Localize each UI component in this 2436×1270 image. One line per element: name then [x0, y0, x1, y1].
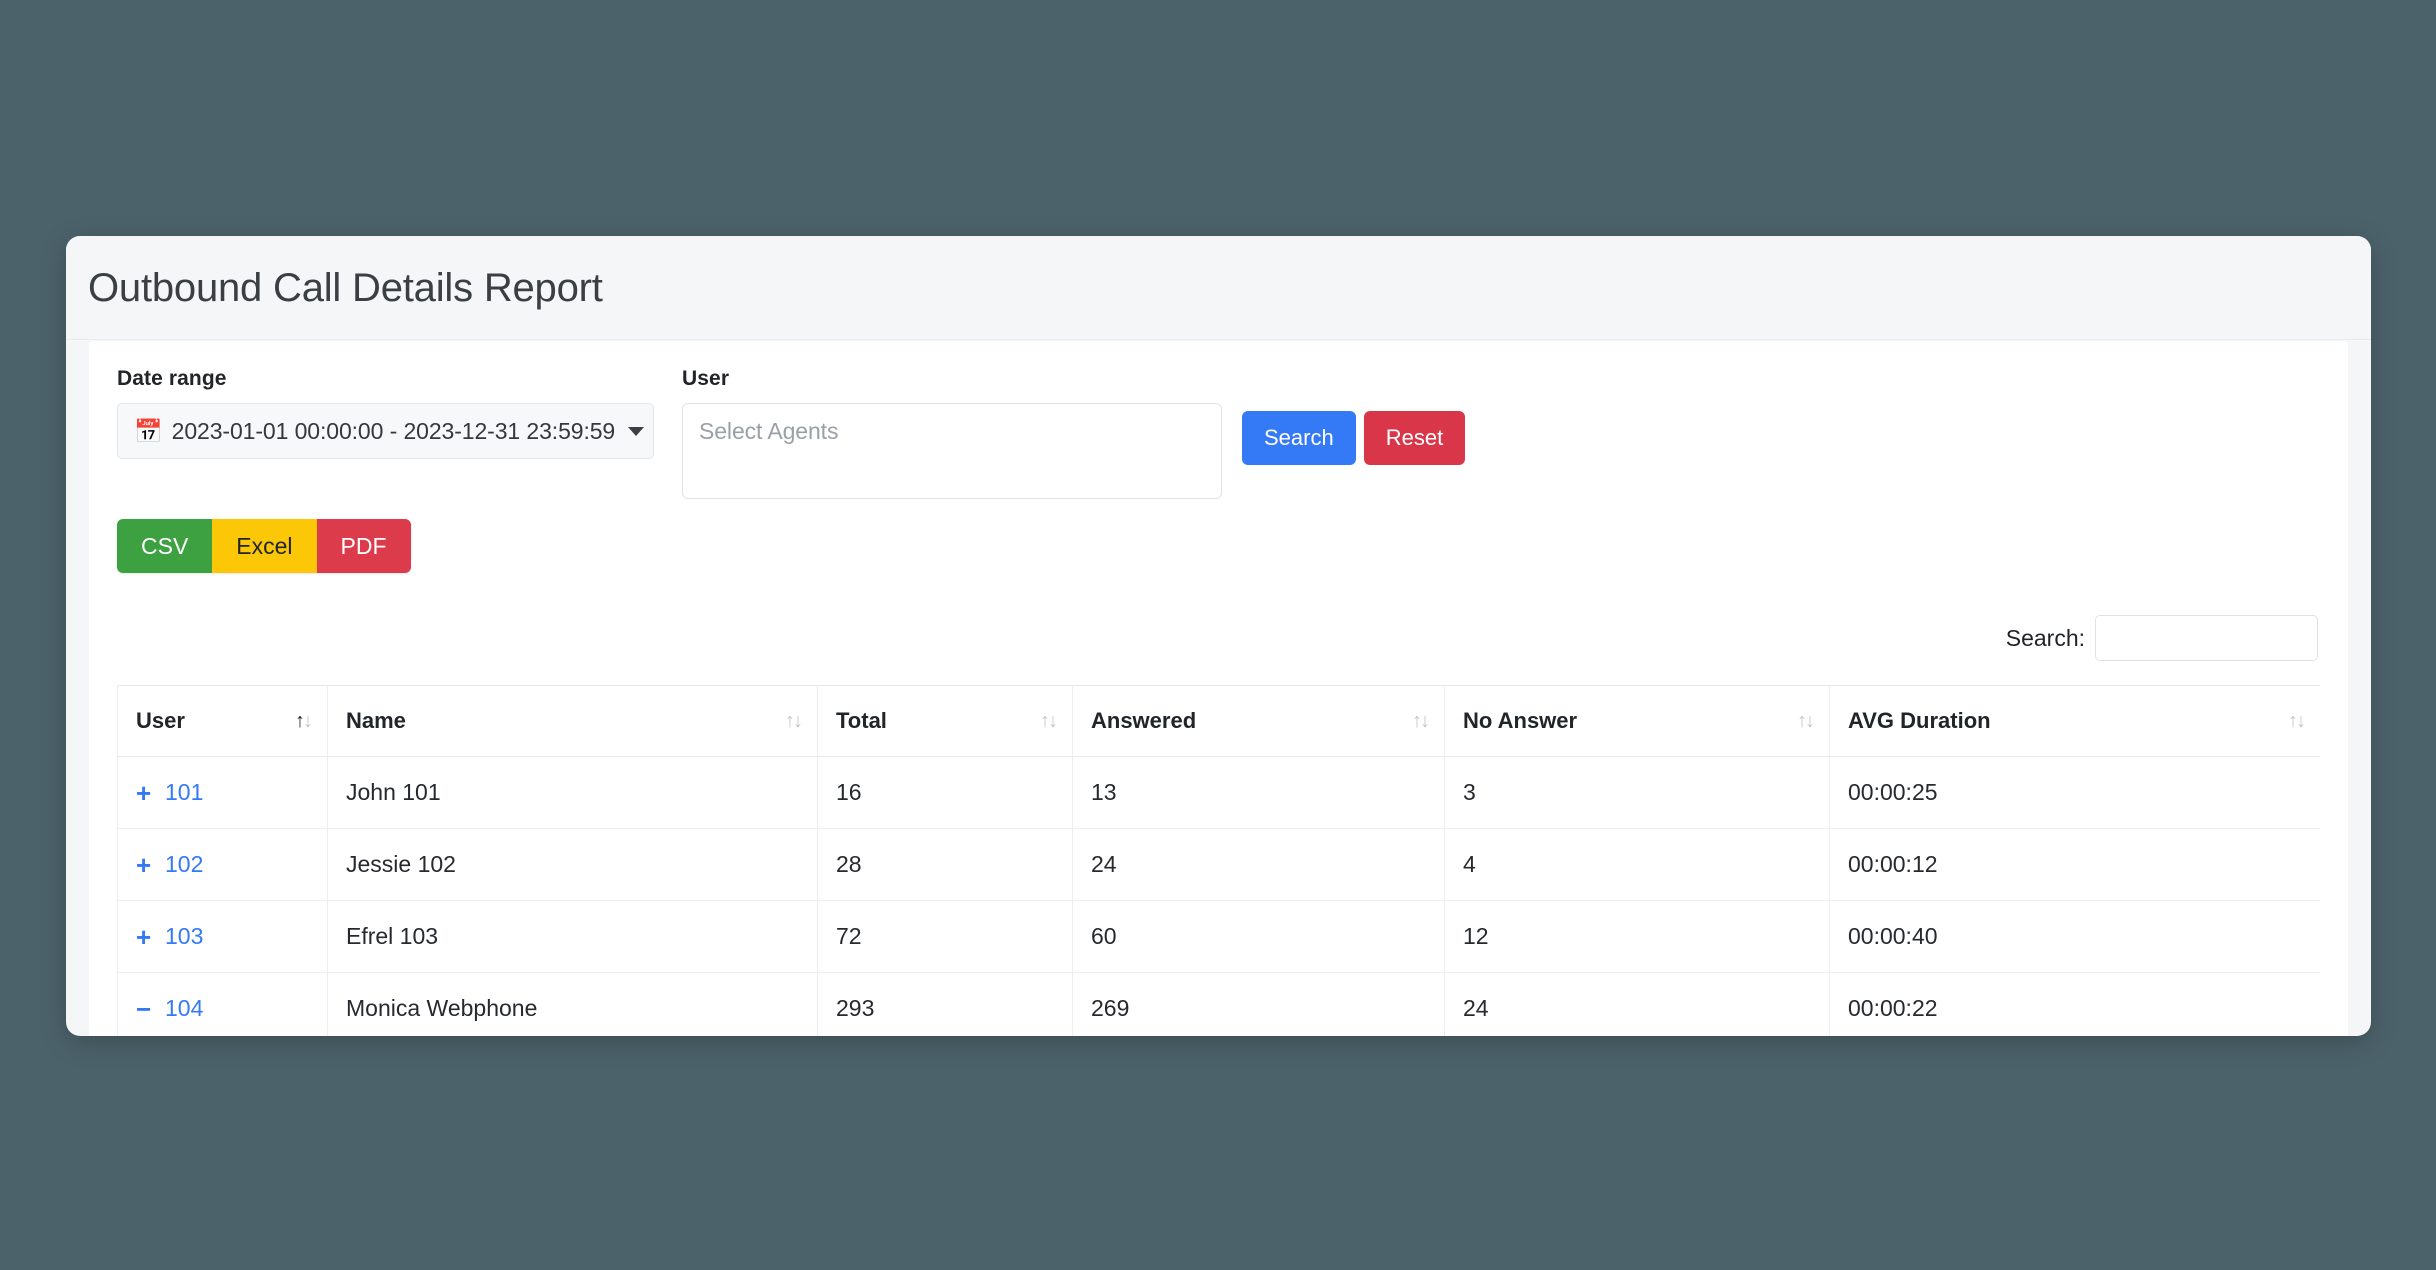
- report-card: Outbound Call Details Report Date range …: [66, 236, 2371, 1036]
- export-excel-button[interactable]: Excel: [212, 519, 316, 573]
- column-header-total[interactable]: Total ↑↓: [818, 686, 1073, 757]
- column-header-no-answer[interactable]: No Answer ↑↓: [1445, 686, 1830, 757]
- cell-user: − 104: [118, 973, 328, 1037]
- cell-total: 28: [818, 829, 1073, 901]
- column-header-avg-duration[interactable]: AVG Duration ↑↓: [1830, 686, 2321, 757]
- plus-icon: +: [136, 924, 158, 950]
- table-search-input[interactable]: [2095, 615, 2318, 661]
- column-header-user[interactable]: User ↑↓: [118, 686, 328, 757]
- filter-actions: Search Reset: [1242, 411, 1465, 465]
- cell-answered: 13: [1073, 757, 1445, 829]
- export-csv-button[interactable]: CSV: [117, 519, 212, 573]
- cell-name: Jessie 102: [328, 829, 818, 901]
- user-field: User Select Agents: [682, 367, 1222, 499]
- row-expander-toggle[interactable]: + 102: [136, 851, 309, 878]
- table-row: + 102 Jessie 102 28 24 4 00:00:12: [118, 829, 2321, 901]
- cell-name: Efrel 103: [328, 901, 818, 973]
- reset-button[interactable]: Reset: [1364, 411, 1465, 465]
- column-label-total: Total: [836, 708, 887, 733]
- export-button-group: CSV Excel PDF: [117, 519, 411, 573]
- chevron-down-icon: [628, 427, 644, 436]
- card-body: Date range 📅 2023-01-01 00:00:00 - 2023-…: [89, 341, 2348, 1036]
- cell-avg-duration: 00:00:40: [1830, 901, 2321, 973]
- cell-name: Monica Webphone: [328, 973, 818, 1037]
- export-pdf-button[interactable]: PDF: [317, 519, 411, 573]
- table-search-label: Search:: [2006, 625, 2085, 652]
- cell-no-answer: 3: [1445, 757, 1830, 829]
- cell-avg-duration: 00:00:25: [1830, 757, 2321, 829]
- minus-icon: −: [136, 996, 158, 1022]
- user-id: 103: [165, 923, 203, 950]
- cell-user: + 101: [118, 757, 328, 829]
- cell-avg-duration: 00:00:12: [1830, 829, 2321, 901]
- cell-user: + 102: [118, 829, 328, 901]
- row-expander-toggle[interactable]: + 101: [136, 779, 309, 806]
- date-range-label: Date range: [117, 367, 654, 391]
- cell-no-answer: 12: [1445, 901, 1830, 973]
- column-label-user: User: [136, 708, 185, 733]
- column-label-avg-duration: AVG Duration: [1848, 708, 1991, 733]
- call-details-table: User ↑↓ Name ↑↓ Total ↑↓ Answered ↑↓: [117, 685, 2320, 1036]
- table-body: + 101 John 101 16 13 3 00:00:25 + 102: [118, 757, 2321, 1037]
- page-title: Outbound Call Details Report: [88, 268, 603, 308]
- column-label-answered: Answered: [1091, 708, 1196, 733]
- cell-no-answer: 24: [1445, 973, 1830, 1037]
- column-header-name[interactable]: Name ↑↓: [328, 686, 818, 757]
- sort-icon-total[interactable]: ↑↓: [1040, 711, 1056, 731]
- plus-icon: +: [136, 780, 158, 806]
- agent-select-placeholder: Select Agents: [699, 418, 838, 444]
- cell-total: 293: [818, 973, 1073, 1037]
- table-header-row: User ↑↓ Name ↑↓ Total ↑↓ Answered ↑↓: [118, 686, 2321, 757]
- cell-name: John 101: [328, 757, 818, 829]
- date-range-value: 2023-01-01 00:00:00 - 2023-12-31 23:59:5…: [172, 418, 615, 445]
- cell-answered: 269: [1073, 973, 1445, 1037]
- column-label-no-answer: No Answer: [1463, 708, 1577, 733]
- sort-icon-user[interactable]: ↑↓: [295, 711, 311, 731]
- user-id: 101: [165, 779, 203, 806]
- date-range-picker[interactable]: 📅 2023-01-01 00:00:00 - 2023-12-31 23:59…: [117, 403, 654, 459]
- sort-icon-no-answer[interactable]: ↑↓: [1797, 711, 1813, 731]
- user-label: User: [682, 367, 1222, 391]
- sort-icon-answered[interactable]: ↑↓: [1412, 711, 1428, 731]
- date-range-field: Date range 📅 2023-01-01 00:00:00 - 2023-…: [117, 367, 654, 459]
- sort-icon-name[interactable]: ↑↓: [785, 711, 801, 731]
- agent-select[interactable]: Select Agents: [682, 403, 1222, 499]
- table-header: User ↑↓ Name ↑↓ Total ↑↓ Answered ↑↓: [118, 686, 2321, 757]
- table-search: Search:: [117, 615, 2320, 661]
- cell-avg-duration: 00:00:22: [1830, 973, 2321, 1037]
- table-row: − 104 Monica Webphone 293 269 24 00:00:2…: [118, 973, 2321, 1037]
- cell-answered: 60: [1073, 901, 1445, 973]
- plus-icon: +: [136, 852, 158, 878]
- column-label-name: Name: [346, 708, 406, 733]
- user-id: 104: [165, 995, 203, 1022]
- cell-user: + 103: [118, 901, 328, 973]
- calendar-icon: 📅: [134, 420, 163, 443]
- filter-bar: Date range 📅 2023-01-01 00:00:00 - 2023-…: [117, 367, 2320, 517]
- row-expander-toggle[interactable]: + 103: [136, 923, 309, 950]
- card-header: Outbound Call Details Report: [66, 236, 2371, 340]
- table-row: + 101 John 101 16 13 3 00:00:25: [118, 757, 2321, 829]
- table-row: + 103 Efrel 103 72 60 12 00:00:40: [118, 901, 2321, 973]
- sort-icon-avg-duration[interactable]: ↑↓: [2288, 711, 2304, 731]
- search-button[interactable]: Search: [1242, 411, 1356, 465]
- cell-answered: 24: [1073, 829, 1445, 901]
- cell-total: 16: [818, 757, 1073, 829]
- cell-no-answer: 4: [1445, 829, 1830, 901]
- row-expander-toggle[interactable]: − 104: [136, 995, 309, 1022]
- column-header-answered[interactable]: Answered ↑↓: [1073, 686, 1445, 757]
- cell-total: 72: [818, 901, 1073, 973]
- user-id: 102: [165, 851, 203, 878]
